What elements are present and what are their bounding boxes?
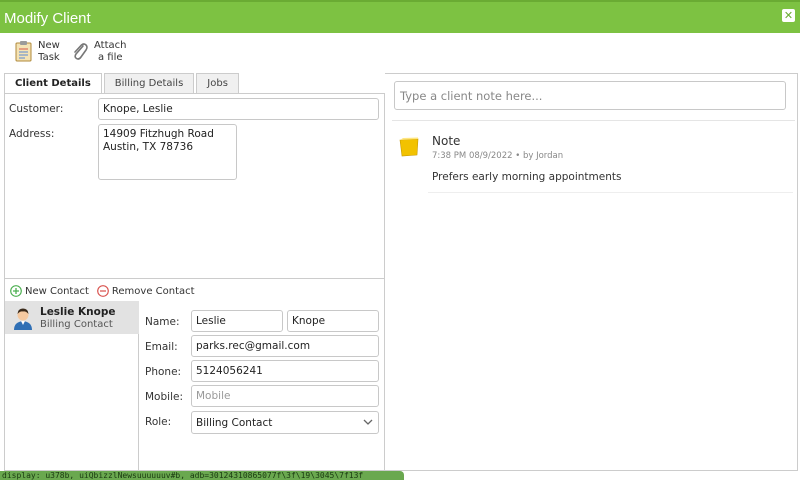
role-selected-value: Billing Contact [196,416,273,429]
contact-role: Billing Contact [40,319,113,330]
name-label: Name: [145,316,180,328]
note-divider [428,192,793,193]
remove-contact-button[interactable]: Remove Contact [97,285,195,297]
note-title: Note [432,134,461,148]
chevron-down-icon [363,419,373,425]
contact-list: Leslie Knope Billing Contact [5,301,139,471]
role-label: Role: [145,416,172,428]
email-field[interactable]: parks.rec@gmail.com [191,335,379,357]
attach-file-label: Attach a file [94,40,127,63]
note-body: Prefers early morning appointments [432,171,622,183]
contacts-divider [5,278,384,279]
clipboard-icon [15,41,32,62]
toolbar: New Task Attach a file [0,33,800,73]
sticky-note-icon [399,137,419,157]
mobile-label: Mobile: [145,391,183,403]
minus-circle-icon [97,285,109,297]
first-name-input[interactable]: Leslie [191,310,283,332]
tab-client-details[interactable]: Client Details [4,73,102,95]
customer-input[interactable]: Knope, Leslie [98,98,379,120]
email-label: Email: [145,341,178,353]
last-name-input[interactable]: Knope [287,310,379,332]
phone-field[interactable]: 5124056241 [191,360,379,382]
notes-divider [392,120,795,121]
new-task-label: New Task [38,40,60,63]
remove-contact-label: Remove Contact [111,285,195,297]
customer-label: Customer: [9,103,64,115]
contact-name: Leslie Knope [40,306,116,318]
attach-file-button[interactable]: Attach a file [70,40,126,64]
contact-list-item[interactable]: Leslie Knope Billing Contact [5,301,139,334]
address-textarea[interactable]: 14909 Fitzhugh Road Austin, TX 78736 [98,124,237,180]
address-label: Address: [9,128,55,140]
avatar [14,308,32,330]
tab-billing-details[interactable]: Billing Details [103,73,195,94]
phone-label: Phone: [145,366,182,378]
window-title: Modify Client [4,10,91,27]
tab-jobs[interactable]: Jobs [196,73,239,94]
role-select[interactable]: Billing Contact [191,411,379,434]
tab-bar: Client Details Billing Details Jobs [4,73,241,95]
client-note-input[interactable]: Type a client note here... [394,81,786,110]
new-contact-label: New Contact [25,285,89,297]
plus-circle-icon [10,285,22,297]
paperclip-icon [74,43,88,60]
status-bar: display: u378b, uiQbizzlNewsuuuuuuv#b, a… [0,471,404,480]
new-contact-button[interactable]: New Contact [10,285,89,297]
notes-panel [385,73,798,471]
mobile-field[interactable]: Mobile [191,385,379,407]
close-icon[interactable]: ✕ [782,9,795,22]
title-bar: Modify Client ✕ [0,0,800,33]
note-meta: 7:38 PM 08/9/2022 • by Jordan [432,151,564,161]
new-task-button[interactable]: New Task [14,40,60,64]
contact-actions: New Contact Remove Contact [10,285,203,297]
